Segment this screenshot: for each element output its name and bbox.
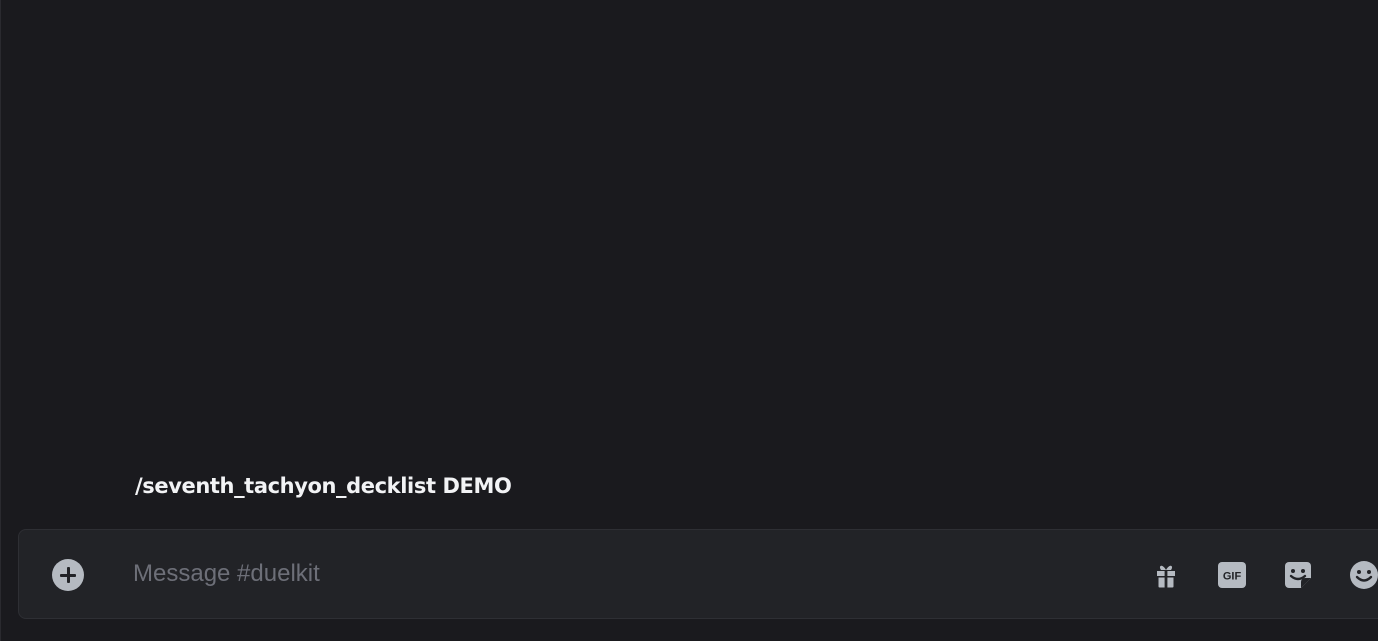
gift-icon (1157, 565, 1175, 588)
message-text: /seventh_tachyon_decklist DEMO (135, 474, 512, 498)
emoji-button[interactable] (1348, 559, 1378, 591)
emoji-icon (1350, 561, 1378, 589)
sticker-icon (1285, 562, 1311, 588)
gift-button[interactable] (1150, 559, 1182, 591)
attach-button[interactable] (52, 559, 84, 591)
sticker-button[interactable] (1282, 559, 1314, 591)
gif-icon: GIF (1218, 562, 1246, 588)
message-composer: GIF (18, 529, 1378, 619)
gif-button[interactable]: GIF (1216, 559, 1248, 591)
gif-label: GIF (1223, 571, 1242, 583)
message-input[interactable] (133, 552, 1113, 596)
